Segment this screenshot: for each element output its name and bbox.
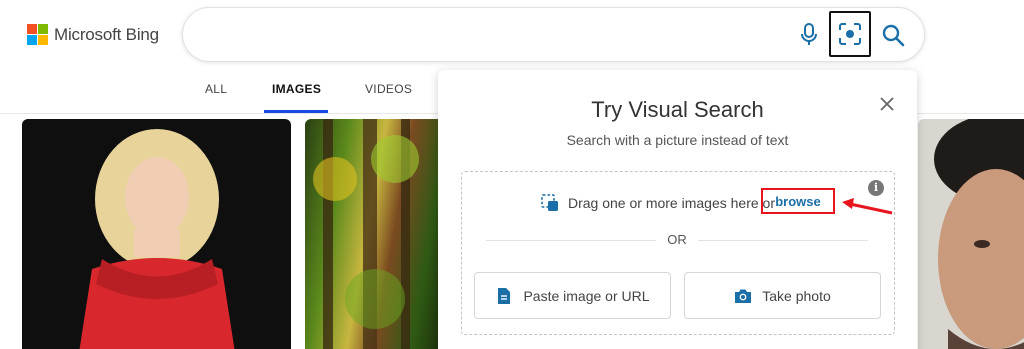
microphone-icon[interactable]: [797, 22, 821, 48]
info-icon[interactable]: i: [868, 180, 884, 196]
take-photo-button[interactable]: Take photo: [684, 272, 881, 319]
document-icon: [498, 287, 511, 304]
annotation-arrow-icon: [842, 198, 893, 215]
panel-title: Try Visual Search: [591, 97, 764, 122]
visual-search-icon: [839, 23, 861, 45]
tab-all[interactable]: ALL: [205, 82, 227, 96]
camera-icon: [735, 289, 752, 303]
image-result-forest[interactable]: [305, 119, 445, 349]
microsoft-logo-icon: [27, 24, 48, 45]
search-icon[interactable]: [880, 22, 906, 48]
image-result-portrait[interactable]: [22, 119, 291, 349]
tab-videos[interactable]: VIDEOS: [365, 82, 412, 96]
panel-subtitle: Search with a picture instead of text: [566, 132, 789, 148]
paste-image-button[interactable]: Paste image or URL: [474, 272, 671, 319]
browse-highlight: browse: [761, 188, 835, 214]
close-icon[interactable]: [878, 95, 896, 113]
tab-images[interactable]: IMAGES: [272, 82, 321, 96]
drag-instructions: Drag one or more images here or: [540, 192, 775, 214]
brand-name: Microsoft Bing: [54, 24, 159, 44]
drag-text: Drag one or more images here or: [568, 195, 775, 211]
divider-right: [698, 240, 868, 241]
photo-label: Take photo: [762, 287, 831, 304]
divider-left: [486, 240, 656, 241]
image-result-man[interactable]: [918, 119, 1024, 349]
drag-image-icon: [541, 194, 558, 211]
paste-label: Paste image or URL: [523, 287, 650, 304]
or-separator: OR: [667, 232, 687, 247]
bing-logo[interactable]: Microsoft Bing: [27, 24, 159, 45]
visual-search-button[interactable]: [829, 11, 871, 57]
browse-link[interactable]: browse: [775, 194, 821, 209]
